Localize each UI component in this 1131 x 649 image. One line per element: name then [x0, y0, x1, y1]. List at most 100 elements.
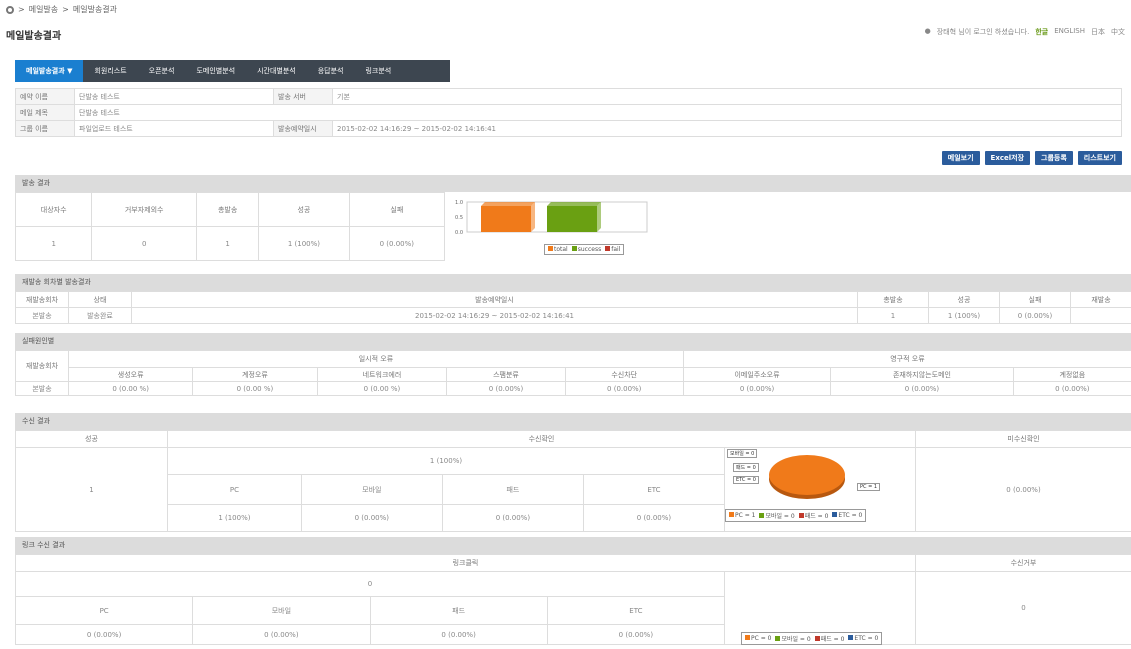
link-pie-legend: PC = 0 모바일 = 0 패드 = 0 ETC = 0 — [741, 632, 883, 645]
tab-domain-analysis[interactable]: 도메인별분석 — [185, 60, 246, 82]
cell: 1 (100%) — [167, 447, 725, 475]
section-header: 실패원인별 — [15, 333, 1131, 350]
legend-item: 패드 = 0 — [798, 511, 828, 520]
tab-open-analysis[interactable]: 오픈분석 — [138, 60, 186, 82]
pie-label: ETC = 0 — [733, 476, 759, 484]
excel-save-button[interactable]: Excel저장 — [984, 151, 1031, 165]
y-tick-label: 0.5 — [455, 215, 463, 221]
cell: 1 — [857, 307, 929, 324]
cell: 0 (0.00%) — [1012, 381, 1131, 396]
col-header: 이메일주소오류 — [682, 367, 832, 382]
col-header: 미수신확인 — [915, 430, 1131, 448]
label: 발송 서버 — [273, 88, 333, 105]
lang-ja-link[interactable]: 日本 — [1091, 27, 1105, 37]
cell: 1 — [15, 447, 168, 532]
col-header: 성공 — [15, 430, 168, 448]
col-header: 거부자제외수 — [91, 192, 198, 227]
cell: 2015-02-02 14:16:29 ~ 2015-02-02 14:16:4… — [131, 307, 858, 324]
section-header: 재발송 회차별 발송결과 — [15, 274, 1131, 291]
mail-info-table: 예약 이름 단발송 테스트 발송 서버 기본 메일 제목 단발송 테스트 그룹 … — [15, 88, 1122, 137]
home-icon[interactable] — [6, 5, 14, 14]
tab-link-analysis[interactable]: 링크분석 — [354, 60, 402, 82]
col-header: 성공 — [928, 291, 1000, 308]
legend-item: total — [548, 246, 568, 253]
cell: 모바일 — [300, 474, 443, 505]
cell: PC — [167, 474, 302, 505]
cell: 0 (0.00%) — [915, 447, 1131, 532]
legend-item: PC = 0 — [745, 635, 771, 642]
chart-legend: total success fail — [544, 244, 625, 255]
legend-item: fail — [605, 246, 620, 253]
lang-ko-link[interactable]: 한글 — [1035, 27, 1048, 37]
section-header: 링크 수신 결과 — [15, 537, 1131, 554]
cell: 0 (0.00%) — [682, 381, 832, 396]
cell: 모바일 — [192, 596, 371, 625]
legend-item: ETC = 0 — [848, 635, 878, 642]
cell: 0 — [915, 571, 1131, 645]
cell: 0 — [91, 226, 198, 261]
cell: 0 (0.00%) — [192, 624, 371, 645]
col-header: 성공 — [258, 192, 350, 227]
col-header: 생성오류 — [67, 367, 194, 382]
col-header: 상태 — [68, 291, 132, 308]
col-header: 링크클릭 — [15, 554, 916, 572]
col-header: 재발송 — [1070, 291, 1131, 308]
cell: 0 (0.00%) — [300, 504, 443, 532]
label: 발송예약일시 — [273, 120, 333, 137]
link-result-table: 링크클릭 수신거부 0 0 PC 모바일 패드 ETC 0 (0.00%) 0 … — [14, 554, 1131, 645]
cell: ETC — [582, 474, 726, 505]
group-register-button[interactable]: 그룹등록 — [1035, 151, 1073, 165]
lang-zh-link[interactable]: 中文 — [1111, 27, 1125, 37]
failure-cause-table: 재발송회차 일시적 오류 영구적 오류 생성오류 계정오류 네트워크에러 스팸분… — [15, 350, 1131, 396]
user-bar: ● 장태혁 님이 로그인 하셨습니다. 한글 ENGLISH 日本 中文 — [925, 27, 1125, 37]
pie-slice-pc — [769, 455, 845, 495]
cell: 본발송 — [15, 307, 69, 324]
cell: 0 (0.00%) — [999, 307, 1071, 324]
legend-item: 모바일 = 0 — [775, 634, 811, 643]
value: 2015-02-02 14:16:29 ~ 2015-02-02 14:16:4… — [332, 120, 1122, 137]
cell: 1 — [14, 226, 93, 261]
cell: 0 (0.00 %) — [67, 381, 194, 396]
col-header: 실패 — [348, 192, 446, 227]
cell: 0 (0.00%) — [348, 226, 446, 261]
legend-item: 패드 = 0 — [814, 634, 844, 643]
bar-side — [531, 202, 535, 232]
legend-item: ETC = 0 — [832, 512, 862, 519]
pie-label: PC = 1 — [857, 483, 881, 491]
tab-mail-result[interactable]: 메일발송결과 ▼ — [15, 60, 84, 82]
legend-item: PC = 1 — [729, 512, 755, 519]
pie-label: 모바일 = 0 — [727, 449, 758, 458]
cell — [1070, 307, 1131, 324]
breadcrumb-item[interactable]: 메일발송 — [29, 4, 58, 15]
cell: 패드 — [369, 596, 548, 625]
lang-en-link[interactable]: ENGLISH — [1054, 27, 1085, 37]
col-header: 재발송회차 — [15, 291, 69, 308]
receive-pie-chart: 모바일 = 0 패드 = 0 ETC = 0 PC = 1 PC = 1 모바일… — [725, 449, 905, 522]
cell: PC — [14, 596, 194, 625]
col-header: 수신차단 — [564, 367, 684, 382]
cell: 0 — [15, 571, 725, 597]
cell: 패드 — [441, 474, 584, 505]
cell: 0 (0.00%) — [446, 381, 566, 396]
value: 파일업로드 테스트 — [74, 120, 274, 137]
col-header: 존재하지않는도메인 — [830, 367, 1014, 382]
bar-top — [547, 202, 601, 206]
tab-member-list[interactable]: 회원리스트 — [83, 60, 137, 82]
bar-total — [481, 206, 531, 232]
group-header: 일시적 오류 — [68, 350, 684, 368]
col-header: 계정없음 — [1012, 367, 1131, 382]
view-mail-button[interactable]: 메일보기 — [941, 151, 980, 165]
list-view-button[interactable]: 리스트보기 — [1077, 151, 1122, 165]
legend-item: 모바일 = 0 — [759, 511, 795, 520]
cell: 1 (100%) — [167, 504, 302, 532]
cell: 0 (0.00%) — [546, 624, 726, 645]
col-header: 대상자수 — [14, 192, 93, 227]
col-header: 수신거부 — [915, 554, 1131, 572]
tab-response-analysis[interactable]: 응답분석 — [307, 60, 355, 82]
legend-item: success — [571, 246, 601, 253]
cell: 0 (0.00%) — [564, 381, 684, 396]
tab-time-analysis[interactable]: 시간대별분석 — [246, 60, 307, 82]
page-title: 메일발송결과 — [6, 31, 62, 42]
cell: ETC — [546, 596, 726, 625]
col-header: 총발송 — [196, 192, 260, 227]
